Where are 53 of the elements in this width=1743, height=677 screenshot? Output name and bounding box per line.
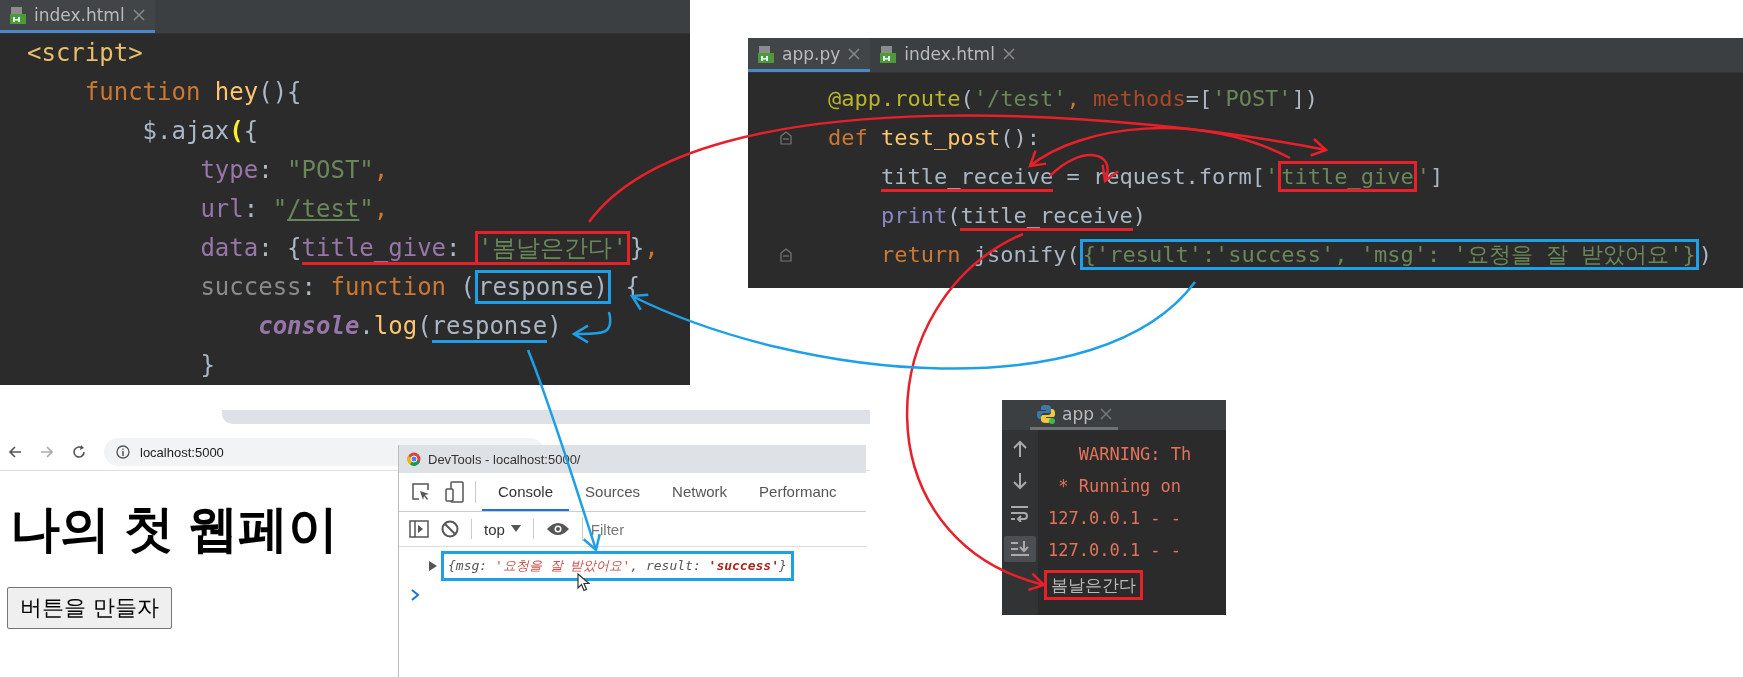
console-output-line: WARNING: Th [1077, 443, 1193, 466]
up-arrow-icon[interactable] [1012, 440, 1028, 458]
code-line: console.log(response) [27, 307, 659, 346]
prompt-icon [411, 589, 420, 601]
code-line: @app.route('/test', methods=['POST']) [828, 85, 1320, 113]
close-icon[interactable] [848, 47, 861, 60]
devtools-tab[interactable]: Performanc [743, 473, 853, 511]
scroll-to-end-icon [1010, 540, 1030, 558]
caret-icon [510, 525, 521, 533]
fold-icon[interactable] [780, 247, 792, 262]
devtools-tab[interactable]: Console [482, 473, 570, 511]
browser-logo-icon [407, 452, 421, 466]
expand-icon[interactable] [429, 561, 437, 571]
code-line: } [199, 350, 216, 381]
code-line: <script> [27, 38, 144, 69]
editor-tab[interactable]: app.py [748, 38, 871, 72]
file-icon [758, 44, 774, 63]
close-icon[interactable] [1002, 47, 1015, 60]
pointer-icon [577, 573, 590, 592]
devtools-tab[interactable]: Network [656, 473, 744, 511]
python-icon [1036, 403, 1056, 424]
device-icon[interactable] [445, 481, 465, 503]
eye-icon[interactable] [545, 521, 570, 537]
code-line: data: {title_give: '봄날은간다'}, [27, 229, 659, 268]
devtools-tab[interactable]: Sources [569, 473, 657, 511]
code-line: print(title_receive) [828, 196, 1712, 235]
console-output-line: * Running on [1057, 475, 1183, 498]
code-line: url: "/test", [199, 194, 390, 225]
file-icon [880, 44, 897, 63]
wrap-icon[interactable] [1010, 504, 1030, 522]
scroll-to-end-button[interactable] [1004, 536, 1036, 562]
page-heading: 나의 첫 웹페이 [10, 500, 338, 559]
file-icon [10, 6, 26, 24]
fold-icon[interactable] [780, 130, 792, 145]
close-icon[interactable] [132, 9, 145, 21]
editor-tab[interactable]: index.html [870, 38, 1025, 72]
console-output-line: 127.0.0.1 - - [1047, 507, 1183, 530]
code-line: type: "POST", [199, 155, 390, 186]
info-icon[interactable] [116, 445, 130, 459]
context-dropdown[interactable]: top [484, 520, 521, 538]
code-line: def test_post(): [828, 124, 1041, 152]
sidebar-icon[interactable] [409, 520, 429, 538]
code-line: function hey(){ [83, 77, 303, 108]
down-arrow-icon[interactable] [1012, 472, 1028, 490]
back-icon[interactable] [8, 445, 22, 459]
console-message: {msg: '요청을 잘 받았어요', result: 'success'} [441, 551, 794, 581]
editor-tab[interactable]: index.html [0, 0, 155, 33]
page-button[interactable]: 버튼을 만들자 [7, 587, 172, 629]
code-line: $.ajax({ [141, 116, 260, 147]
inspect-icon[interactable] [411, 482, 431, 502]
clear-icon[interactable] [441, 520, 459, 538]
console-output-line: 127.0.0.1 - - [1047, 539, 1183, 562]
reload-icon[interactable] [72, 445, 86, 459]
